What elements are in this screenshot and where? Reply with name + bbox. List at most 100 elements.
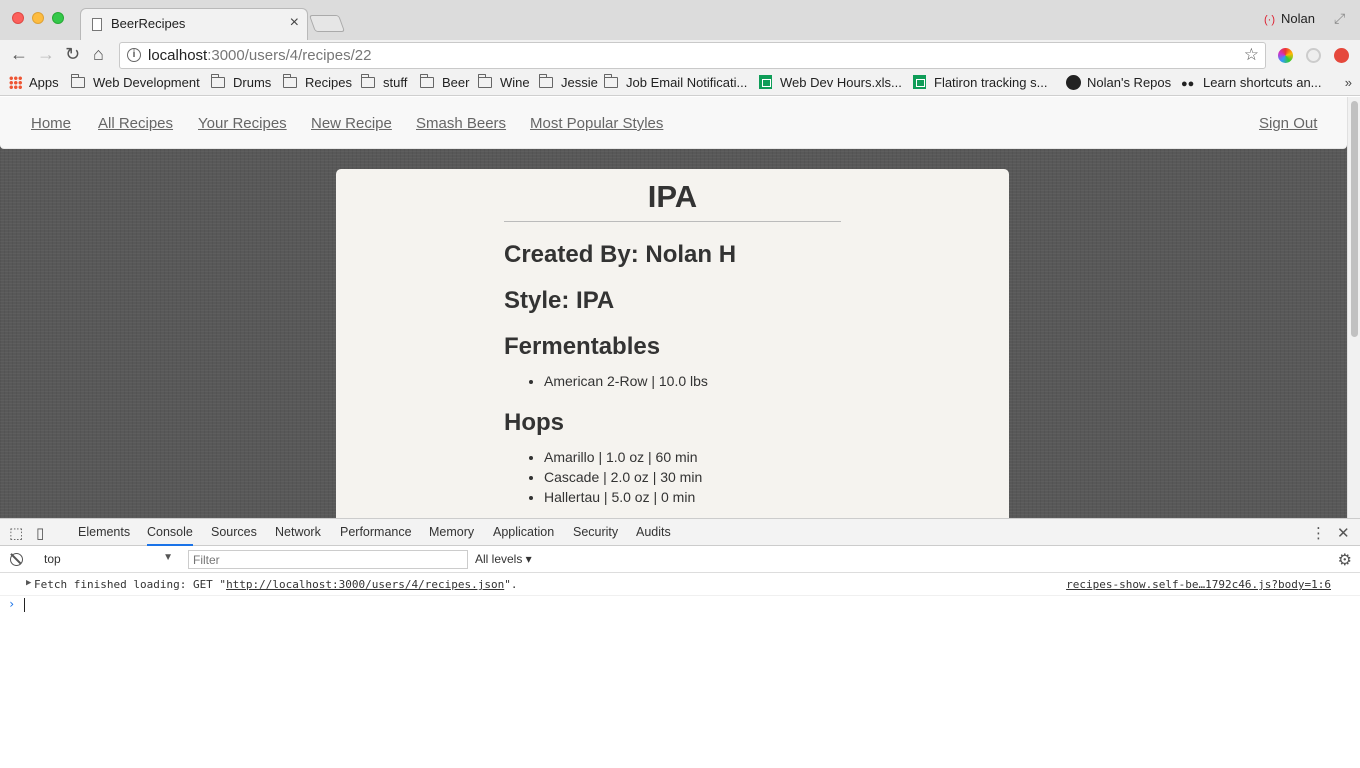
tab-sources[interactable]: Sources [211,525,257,539]
console-source-link[interactable]: recipes-show.self-be…1792c46.js?body=1:6 [1066,578,1331,591]
forward-button[interactable]: → [37,44,55,65]
log-levels-select[interactable]: All levels ▾ [475,552,532,566]
tab-title: BeerRecipes [111,16,186,31]
minimize-window-button[interactable] [32,12,44,24]
upload-extension-icon[interactable] [1334,48,1349,63]
nav-all-recipes-link[interactable]: All Recipes [98,115,173,132]
context-select[interactable]: top ▼ [36,550,178,569]
tab-application[interactable]: Application [493,525,554,539]
bookmarks-overflow-icon[interactable]: » [1345,75,1352,90]
hop-item: Cascade | 2.0 oz | 30 min [544,467,702,487]
title-bar: BeerRecipes × (·) Nolan ⤢ [0,0,1360,40]
expand-triangle-icon[interactable]: ▶ [26,578,31,588]
new-tab-button[interactable] [308,15,346,32]
url-text[interactable]: localhost:3000/users/4/recipes/22 [148,47,371,64]
created-by-heading: Created By: Nolan H [504,241,737,268]
close-devtools-icon[interactable]: ✕ [1337,524,1350,542]
close-window-button[interactable] [12,12,24,24]
folder-icon [420,74,434,88]
fermentables-heading: Fermentables [504,333,661,360]
tab-security[interactable]: Security [573,525,618,539]
color-picker-extension-icon[interactable] [1278,48,1293,63]
tab-close-icon[interactable]: × [290,14,299,32]
bookmark-wine[interactable]: Wine [478,74,530,90]
clear-console-icon[interactable] [10,553,23,566]
hops-heading: Hops [504,409,564,436]
profile-name: Nolan [1281,11,1315,26]
extension-icon[interactable] [1306,48,1321,63]
console-message-text: Fetch finished loading: GET "http://loca… [34,578,518,591]
page-viewport: Home All Recipes Your Recipes New Recipe… [0,97,1347,518]
console-message-url-link[interactable]: http://localhost:3000/users/4/recipes.js… [226,578,504,591]
recipe-title: IPA [647,179,698,214]
bookmark-apps[interactable]: Apps [9,75,59,90]
profile-icon: (·) [1264,14,1275,26]
devtools-panel: ⬚ ▯ Elements Console Sources Network Per… [0,518,1360,768]
folder-icon [361,74,375,88]
maximize-window-button[interactable] [52,12,64,24]
browser-tab[interactable]: BeerRecipes × [80,8,308,40]
folder-icon [604,74,618,88]
inspect-element-icon[interactable]: ⬚ [9,524,23,542]
nav-most-popular-styles-link[interactable]: Most Popular Styles [530,115,663,132]
site-info-icon[interactable]: i [127,48,141,62]
bookmark-beer[interactable]: Beer [420,74,469,90]
console-filter-bar: top▼ All levels ▾ ⚙ [0,546,1360,573]
folder-icon [283,74,297,88]
console-input-caret[interactable] [24,598,25,612]
hop-item: Amarillo | 1.0 oz | 60 min [544,447,702,467]
device-toolbar-icon[interactable]: ▯ [36,524,44,542]
tab-memory[interactable]: Memory [429,525,474,539]
fermentable-item: American 2-Row | 10.0 lbs [544,371,708,391]
fermentables-list: American 2-Row | 10.0 lbs [544,371,708,391]
page-scrollbar[interactable] [1347,97,1360,518]
bookmark-stuff[interactable]: stuff [361,74,407,90]
back-button[interactable]: ← [10,44,28,65]
bookmark-web-dev-hours[interactable]: Web Dev Hours.xls... [759,75,902,90]
folder-icon [478,74,492,88]
console-prompt-icon: › [8,597,16,611]
site-navbar: Home All Recipes Your Recipes New Recipe… [0,97,1347,149]
bookmark-job-email[interactable]: Job Email Notificati... [604,74,747,90]
folder-icon [539,74,553,88]
home-button[interactable]: ⌂ [93,44,104,65]
hops-list: Amarillo | 1.0 oz | 60 min Cascade | 2.0… [544,447,702,507]
fullscreen-icon[interactable]: ⤢ [1334,10,1345,27]
bookmark-web-development[interactable]: Web Development [71,74,200,90]
tab-audits[interactable]: Audits [636,525,671,539]
scrollbar-thumb[interactable] [1351,101,1358,337]
nav-your-recipes-link[interactable]: Your Recipes [198,115,287,132]
mask-icon: ●● [1181,78,1195,90]
console-filter-input[interactable] [188,550,468,569]
tab-performance[interactable]: Performance [340,525,412,539]
apps-grid-icon [9,76,22,89]
more-options-icon[interactable]: ⋮ [1311,524,1326,542]
sheets-icon [913,75,926,89]
browser-toolbar: ← → ↻ ⌂ i localhost:3000/users/4/recipes… [0,40,1360,72]
dropdown-arrow-icon: ▼ [163,552,173,563]
github-icon [1066,75,1081,90]
console-message[interactable]: ▶ Fetch finished loading: GET "http://lo… [0,574,1360,596]
devtools-tab-bar: ⬚ ▯ Elements Console Sources Network Per… [0,519,1360,546]
reload-button[interactable]: ↻ [65,44,80,65]
page-icon [92,18,102,31]
bookmark-drums[interactable]: Drums [211,74,271,90]
style-heading: Style: IPA [504,287,615,314]
bookmark-learn-shortcuts[interactable]: ●● Learn shortcuts an... [1181,75,1322,90]
tab-console[interactable]: Console [147,525,193,546]
nav-new-recipe-link[interactable]: New Recipe [311,115,392,132]
tab-network[interactable]: Network [275,525,321,539]
console-settings-gear-icon[interactable]: ⚙ [1338,550,1352,570]
bookmark-recipes[interactable]: Recipes [283,74,352,90]
bookmark-nolans-repos[interactable]: Nolan's Repos [1066,75,1171,90]
nav-home-link[interactable]: Home [31,115,71,132]
bookmark-star-icon[interactable]: ☆ [1244,45,1259,65]
nav-smash-beers-link[interactable]: Smash Beers [416,115,506,132]
nav-sign-out-link[interactable]: Sign Out [1259,115,1317,132]
folder-icon [71,74,85,88]
tab-elements[interactable]: Elements [78,525,130,539]
profile-button[interactable]: (·) Nolan [1264,11,1315,26]
bookmark-flatiron-tracking[interactable]: Flatiron tracking s... [913,75,1047,90]
bookmark-jessie[interactable]: Jessie [539,74,598,90]
address-bar[interactable]: i localhost:3000/users/4/recipes/22 ☆ [119,42,1266,69]
